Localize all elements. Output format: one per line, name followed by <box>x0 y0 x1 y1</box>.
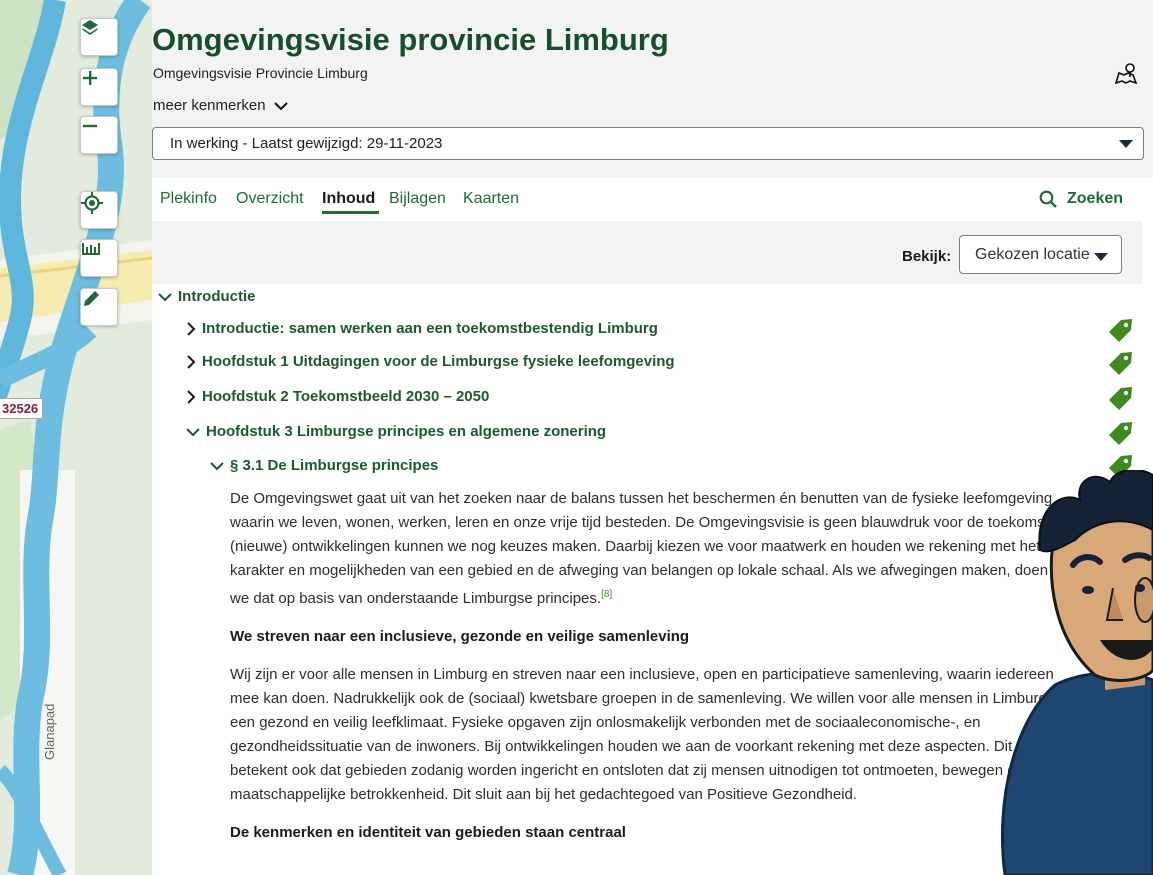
tree-item-hoofdstuk-3[interactable]: Hoofdstuk 3 Limburgse principes en algem… <box>186 423 606 440</box>
version-value: In werking - Laatst gewijzigd: 29-11-202… <box>170 135 443 152</box>
ruler-icon <box>82 243 100 255</box>
tree-item-label: Introductie <box>178 288 256 305</box>
tab-overzicht[interactable]: Overzicht <box>236 190 304 208</box>
pencil-icon <box>84 291 99 306</box>
text-line: (nieuwe) ontwikkelingen kunnen we nog ke… <box>230 538 1041 555</box>
search-button[interactable]: Zoeken <box>1039 190 1123 208</box>
minus-icon <box>83 124 97 128</box>
bekijk-select[interactable]: Gekozen locatie <box>959 235 1122 274</box>
street-name-label: Glanapad <box>42 703 57 760</box>
plus-icon <box>83 71 97 85</box>
text-line: we dat op basis van onderstaande Limburg… <box>230 590 602 607</box>
tree-item-label: Hoofdstuk 3 Limburgse principes en algem… <box>206 423 607 440</box>
tab-kaarten[interactable]: Kaarten <box>463 190 519 208</box>
text-line: karakter en mogelijkheden van een gebied… <box>230 562 1049 579</box>
chevron-right-icon <box>187 321 196 336</box>
text-line: mee kan doen. Nadrukkelijk ook de (socia… <box>230 690 1047 707</box>
measure-button[interactable] <box>80 239 118 277</box>
tree-item-paragraaf-3-1[interactable]: § 3.1 De Limburgse principes <box>210 457 438 474</box>
chevron-down-icon <box>210 461 224 470</box>
text-line: een gezond en veilig leefklimaat. Fysiek… <box>230 714 981 731</box>
tree-item-label: § 3.1 De Limburgse principes <box>230 457 439 474</box>
locate-button[interactable] <box>80 191 118 229</box>
tag-icon[interactable] <box>1105 349 1135 377</box>
zoom-in-button[interactable] <box>80 68 118 106</box>
tree-item-label: Hoofdstuk 2 Toekomstbeeld 2030 – 2050 <box>202 388 490 405</box>
layers-button[interactable] <box>80 18 118 56</box>
bekijk-label: Bekijk: <box>902 248 952 265</box>
document-subtitle: Omgevingsvisie Provincie Limburg <box>153 65 368 81</box>
text-line: gezondheidssituatie van de inwoners. Bij… <box>230 738 1013 755</box>
view-toolbar: Bekijk: Gekozen locatie <box>152 221 1142 284</box>
active-tab-indicator <box>322 211 379 214</box>
text-line: maatschappelijke betrokkenheid. Dit slui… <box>230 786 858 803</box>
tag-icon[interactable] <box>1105 419 1135 447</box>
chevron-right-icon <box>187 389 196 404</box>
text-line: waarin we leven, wonen, werken, leren en… <box>230 514 1053 531</box>
map-pin-icon[interactable] <box>1115 62 1137 84</box>
tab-bar: Plekinfo Overzicht Inhoud Bijlagen Kaart… <box>152 188 1153 214</box>
text-line: De Omgevingswet gaat uit van het zoeken … <box>230 490 1053 507</box>
map-canvas <box>0 0 152 875</box>
document-header: Omgevingsvisie provincie Limburg Omgevin… <box>152 0 1153 178</box>
tree-item-label: Introductie: samen werken aan een toekom… <box>202 320 658 337</box>
tab-inhoud[interactable]: Inhoud <box>322 190 375 208</box>
search-icon <box>1039 190 1057 208</box>
road-number-label: 32526 <box>0 398 44 419</box>
caret-down-icon <box>1119 140 1133 148</box>
tab-bijlagen[interactable]: Bijlagen <box>389 190 446 208</box>
crosshair-icon <box>81 192 103 214</box>
tag-icon[interactable] <box>1105 384 1135 412</box>
assistant-mascot-illustration[interactable] <box>985 470 1153 875</box>
footnote-link[interactable]: [8] <box>601 589 612 600</box>
tab-plekinfo[interactable]: Plekinfo <box>160 190 217 208</box>
page-title: Omgevingsvisie provincie Limburg <box>152 22 669 57</box>
zoom-out-button[interactable] <box>80 116 118 154</box>
bekijk-value: Gekozen locatie <box>975 246 1090 263</box>
draw-button[interactable] <box>80 288 118 326</box>
tree-item-introductie[interactable]: Introductie <box>158 288 256 305</box>
tag-icon[interactable] <box>1105 316 1135 344</box>
chevron-down-icon <box>158 292 172 301</box>
text-line: betekent ook dat gebieden zodanig worden… <box>230 762 1024 779</box>
meer-kenmerken-label: meer kenmerken <box>153 97 266 114</box>
chevron-down-icon <box>273 101 288 110</box>
chevron-down-icon <box>186 427 200 436</box>
tree-item-label: Hoofdstuk 1 Uitdagingen voor de Limburgs… <box>202 353 675 370</box>
version-select[interactable]: In werking - Laatst gewijzigd: 29-11-202… <box>152 127 1144 160</box>
tree-item-hoofdstuk-2[interactable]: Hoofdstuk 2 Toekomstbeeld 2030 – 2050 <box>186 388 489 405</box>
layers-icon <box>82 20 98 35</box>
map-view[interactable]: 32526 Glanapad <box>0 0 152 875</box>
tree-item-introductie-samen[interactable]: Introductie: samen werken aan een toekom… <box>186 320 658 337</box>
tree-item-hoofdstuk-1[interactable]: Hoofdstuk 1 Uitdagingen voor de Limburgs… <box>186 353 675 370</box>
meer-kenmerken-toggle[interactable]: meer kenmerken <box>153 97 288 114</box>
chevron-right-icon <box>187 354 196 369</box>
search-label: Zoeken <box>1067 190 1124 207</box>
text-line: Wij zijn er voor alle mensen in Limburg … <box>230 666 1054 683</box>
caret-down-icon <box>1094 253 1108 261</box>
